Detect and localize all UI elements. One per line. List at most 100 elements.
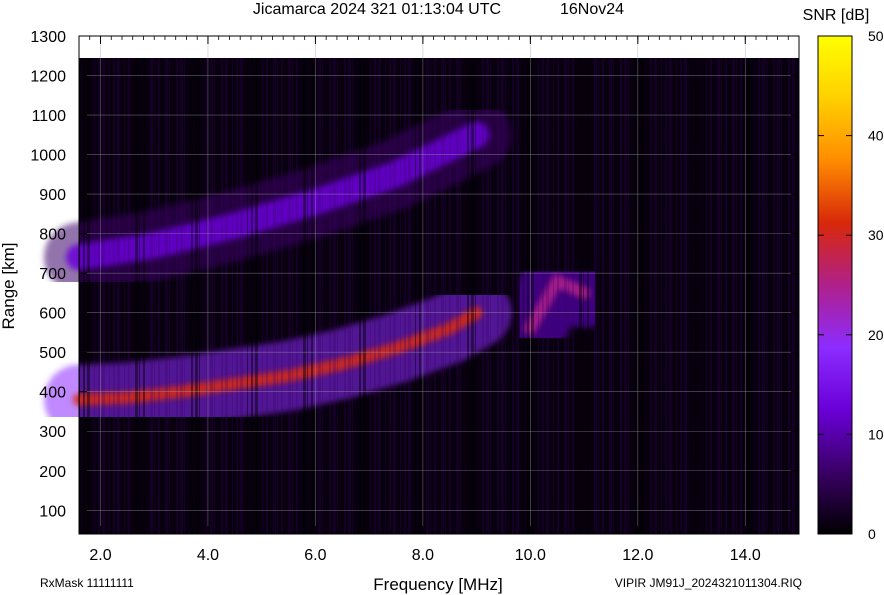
noise-stripe — [393, 58, 396, 534]
noise-stripe — [333, 58, 336, 534]
noise-stripe — [352, 58, 353, 534]
noise-stripe — [471, 58, 474, 534]
noise-stripe — [602, 58, 604, 534]
noise-stripe — [128, 58, 130, 534]
noise-stripe — [426, 58, 429, 534]
noise-stripe — [404, 58, 406, 534]
noise-stripe — [542, 58, 544, 534]
noise-stripe — [725, 58, 727, 534]
noise-stripe — [579, 58, 582, 534]
noise-stripe — [329, 58, 331, 534]
noise-stripe — [706, 58, 707, 534]
noise-stripe — [557, 58, 559, 534]
y-tick-label: 600 — [39, 306, 66, 323]
noise-stripe — [676, 58, 677, 534]
noise-stripe — [486, 58, 489, 534]
noise-stripe — [191, 58, 193, 534]
noise-stripe — [102, 58, 105, 534]
noise-stripe — [665, 58, 667, 534]
x-tick-label: 2.0 — [89, 547, 111, 564]
noise-stripe — [613, 58, 614, 534]
noise-stripe — [430, 58, 431, 534]
noise-stripe — [113, 58, 115, 534]
colorbar-tick-label: 20 — [868, 327, 884, 343]
noise-stripe — [691, 58, 692, 534]
noise-stripe — [460, 58, 461, 534]
noise-stripe — [135, 58, 138, 534]
x-tick-label: 12.0 — [622, 547, 653, 564]
y-tick-label: 200 — [39, 464, 66, 481]
noise-stripe — [359, 58, 361, 534]
noise-stripe — [467, 58, 469, 534]
noise-stripe — [408, 58, 411, 534]
noise-stripe — [83, 58, 85, 534]
noise-stripe — [546, 58, 549, 534]
noise-stripe — [523, 58, 524, 534]
noise-stripe — [236, 58, 238, 534]
noise-stripe — [695, 58, 697, 534]
noise-stripe — [781, 58, 782, 534]
noise-stripe — [363, 58, 366, 534]
noise-stripe — [777, 58, 780, 534]
y-tick-label: 1200 — [30, 69, 66, 86]
noise-stripe — [307, 58, 308, 534]
noise-stripe — [117, 58, 120, 534]
noise-stripe — [109, 58, 110, 534]
ionogram-chart: 2.0 4.0 6.0 8.0 10.0 12.0 14.0 100200300400500… — [0, 1, 884, 594]
colorbar-tick-label: 10 — [868, 426, 884, 442]
noise-stripe — [624, 58, 627, 534]
y-tick-label: 900 — [39, 187, 66, 204]
noise-stripe — [199, 58, 200, 534]
noise-stripe — [762, 58, 765, 534]
noise-stripe — [583, 58, 584, 534]
noise-stripe — [449, 58, 451, 534]
noise-stripe — [277, 58, 278, 534]
noise-stripe — [251, 58, 253, 534]
y-tick-label: 1100 — [32, 108, 67, 125]
noise-stripe — [176, 58, 178, 534]
noise-stripe — [587, 58, 589, 534]
noise-stripe — [266, 58, 268, 534]
noise-stripe — [344, 58, 346, 534]
noise-stripe — [434, 58, 436, 534]
noise-stripe — [505, 58, 506, 534]
noise-stripe — [531, 58, 534, 534]
noise-stripe — [717, 58, 720, 534]
noise-stripe — [158, 58, 160, 534]
noise-stripe — [150, 58, 153, 534]
noise-stripe — [773, 58, 775, 534]
noise-stripe — [165, 58, 168, 534]
noise-stripe — [788, 58, 790, 534]
x-axis-label: Frequency [MHz] — [373, 575, 502, 594]
noise-stripe — [680, 58, 682, 534]
noise-stripe — [318, 58, 321, 534]
chart-date: 16Nov24 — [560, 1, 624, 18]
noise-stripe — [538, 58, 539, 534]
x-tick-label: 10.0 — [515, 547, 546, 564]
noise-stripe — [337, 58, 338, 534]
noise-stripe — [419, 58, 421, 534]
noise-stripe — [288, 58, 291, 534]
colorbar-label: SNR [dB] — [803, 7, 870, 24]
noise-stripe — [322, 58, 323, 534]
noise-stripe — [210, 58, 213, 534]
noise-stripe — [568, 58, 569, 534]
noise-stripe — [628, 58, 629, 534]
y-tick-label: 500 — [39, 345, 66, 362]
y-tick-label: 400 — [39, 385, 66, 402]
noise-stripe — [512, 58, 514, 534]
y-tick-label: 100 — [39, 503, 66, 520]
noise-stripe — [281, 58, 283, 534]
y-tick-label: 700 — [39, 266, 66, 283]
noise-stripe — [143, 58, 145, 534]
noise-stripe — [169, 58, 170, 534]
noise-stripe — [232, 58, 233, 534]
noise-stripe — [139, 58, 140, 534]
noise-stripe — [650, 58, 652, 534]
noise-stripe — [214, 58, 215, 534]
noise-stripe — [639, 58, 642, 534]
noise-stripe — [654, 58, 657, 534]
noise-stripe — [740, 58, 742, 534]
filename-label: VIPIR JM91J_2024321011304.RIQ — [615, 576, 802, 590]
noise-stripe — [225, 58, 228, 534]
